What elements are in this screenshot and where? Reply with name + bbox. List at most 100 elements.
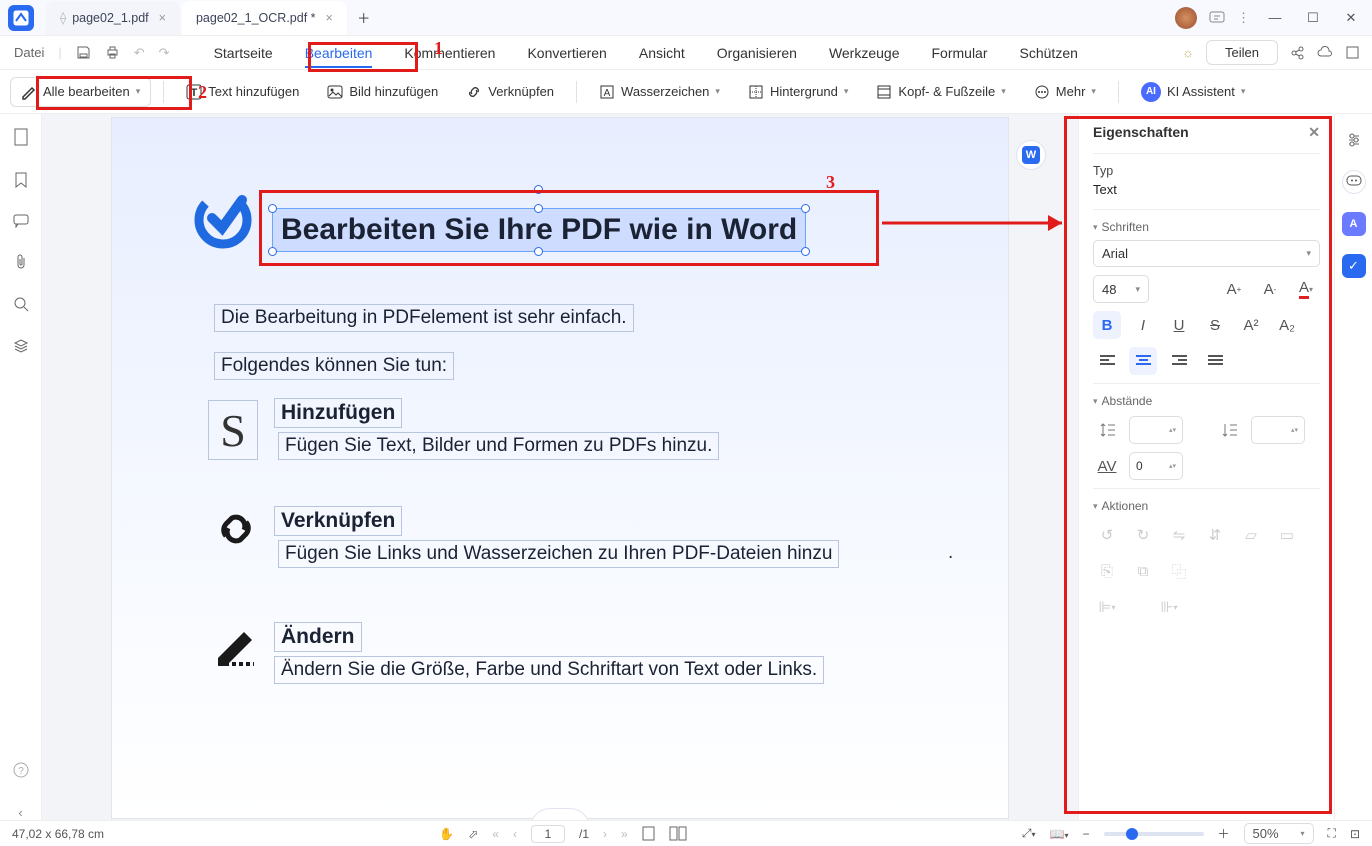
zoom-select[interactable]: 50%▾ <box>1244 823 1314 844</box>
more-icon[interactable]: ⋮ <box>1237 10 1250 26</box>
tab-active[interactable]: page02_1_OCR.pdf * × <box>182 1 347 35</box>
share-button[interactable]: Teilen <box>1206 40 1278 65</box>
underline-icon[interactable]: U <box>1165 311 1193 339</box>
copy-icon[interactable]: ⧉ <box>1129 557 1157 585</box>
close-icon[interactable]: × <box>159 11 166 25</box>
menu-schuetzen[interactable]: Schützen <box>1020 39 1078 67</box>
read-mode-icon[interactable]: 📖▾ <box>1050 827 1069 841</box>
add-image-button[interactable]: Bild hinzufügen <box>317 78 448 106</box>
font-select[interactable]: Arial▾ <box>1093 240 1320 267</box>
collapse-icon[interactable]: ‹ <box>18 805 22 820</box>
close-icon[interactable]: × <box>326 11 333 25</box>
text-box[interactable]: Verknüpfen <box>274 506 402 536</box>
section-spacing[interactable]: Abstände <box>1093 394 1320 408</box>
rotate-left-icon[interactable]: ↺ <box>1093 521 1121 549</box>
menu-werkzeuge[interactable]: Werkzeuge <box>829 39 900 67</box>
print-icon[interactable] <box>105 45 120 60</box>
menu-kommentieren[interactable]: Kommentieren <box>404 39 495 67</box>
text-box[interactable]: Ändern <box>274 622 362 652</box>
export-word-icon[interactable]: W <box>1016 140 1046 170</box>
align-right-icon[interactable] <box>1165 347 1193 375</box>
background-button[interactable]: Hintergrund ▾ <box>738 78 858 106</box>
new-tab-button[interactable]: ＋ <box>349 8 379 27</box>
first-page-icon[interactable]: « <box>492 827 499 841</box>
maximize-icon[interactable]: ☐ <box>1300 10 1326 26</box>
menu-formular[interactable]: Formular <box>932 39 988 67</box>
save-icon[interactable] <box>76 45 91 60</box>
align-center-icon[interactable] <box>1129 347 1157 375</box>
section-fonts[interactable]: Schriften <box>1093 220 1320 234</box>
link-share-icon[interactable] <box>1290 45 1305 60</box>
undo-icon[interactable]: ↶ <box>134 45 145 61</box>
increase-font-icon[interactable]: A+ <box>1220 275 1248 303</box>
last-page-icon[interactable]: » <box>621 827 628 841</box>
replace-icon[interactable]: ▭ <box>1273 521 1301 549</box>
superscript-icon[interactable]: A² <box>1237 311 1265 339</box>
edit-all-button[interactable]: Alle bearbeiten ▾ <box>10 77 151 107</box>
redo-icon[interactable]: ↷ <box>159 45 170 61</box>
comments-icon[interactable] <box>13 214 29 228</box>
text-box[interactable]: Hinzufügen <box>274 398 402 428</box>
strike-icon[interactable]: S <box>1201 311 1229 339</box>
two-page-icon[interactable] <box>669 826 687 841</box>
para-spacing-input[interactable]: ▴▾ <box>1251 416 1305 444</box>
char-spacing-input[interactable]: 0▴▾ <box>1129 452 1183 480</box>
tab-inactive[interactable]: ⟠ page02_1.pdf × <box>46 1 180 35</box>
align-justify-icon[interactable] <box>1201 347 1229 375</box>
extract-icon[interactable]: ⎘ <box>1093 557 1121 585</box>
rotate-right-icon[interactable]: ↻ <box>1129 521 1157 549</box>
menu-konvertieren[interactable]: Konvertieren <box>527 39 606 67</box>
hand-tool-icon[interactable]: ✋ <box>439 827 454 841</box>
font-color-icon[interactable]: A▾ <box>1292 275 1320 303</box>
zoom-in-icon[interactable]: ＋ <box>1218 825 1230 842</box>
check-feature-icon[interactable]: ✓ <box>1342 254 1366 278</box>
bold-icon[interactable]: B <box>1093 311 1121 339</box>
header-footer-button[interactable]: Kopf- & Fußzeile ▾ <box>866 78 1015 106</box>
page-handle[interactable] <box>530 808 590 820</box>
close-panel-icon[interactable]: ✕ <box>1308 124 1320 141</box>
ai-assistant-button[interactable]: AI KI Assistent ▾ <box>1131 76 1255 108</box>
crop-icon[interactable]: ▱ <box>1237 521 1265 549</box>
ai-chat-icon[interactable] <box>1342 170 1366 194</box>
text-box[interactable]: Fügen Sie Links und Wasserzeichen zu Ihr… <box>278 540 839 568</box>
page-input[interactable]: 1 <box>531 825 565 843</box>
text-box[interactable]: Folgendes können Sie tun: <box>214 352 454 380</box>
box-icon[interactable] <box>1345 45 1360 60</box>
properties-toggle-icon[interactable] <box>1342 128 1366 152</box>
bookmarks-icon[interactable] <box>14 172 28 188</box>
paste-icon[interactable]: ⿻ <box>1165 557 1193 585</box>
font-size-select[interactable]: 48▾ <box>1093 275 1149 303</box>
avatar[interactable] <box>1175 7 1197 29</box>
cloud-icon[interactable] <box>1317 46 1333 60</box>
lightbulb-icon[interactable]: ☼ <box>1182 45 1194 60</box>
search-icon[interactable] <box>13 296 29 312</box>
more-button[interactable]: Mehr ▾ <box>1024 78 1106 106</box>
file-menu[interactable]: Datei <box>14 45 44 60</box>
flip-v-icon[interactable]: ⇵ <box>1201 521 1229 549</box>
feedback-icon[interactable] <box>1209 10 1225 26</box>
text-box[interactable]: Die Bearbeitung in PDFelement ist sehr e… <box>214 304 634 332</box>
menu-startseite[interactable]: Startseite <box>214 39 273 67</box>
single-page-icon[interactable] <box>642 826 655 841</box>
minimize-icon[interactable]: — <box>1262 10 1288 25</box>
fit-width-icon[interactable]: ⤢▾ <box>1022 826 1036 841</box>
menu-organisieren[interactable]: Organisieren <box>717 39 797 67</box>
distribute-icon[interactable]: ⊪▾ <box>1155 593 1183 621</box>
pdf-page[interactable]: W Bearbeiten Sie Ihre PDF wie in Word <box>112 118 1008 818</box>
watermark-button[interactable]: A Wasserzeichen ▾ <box>589 78 730 106</box>
add-link-button[interactable]: Verknüpfen <box>456 78 564 106</box>
text-box[interactable]: Ändern Sie die Größe, Farbe und Schrifta… <box>274 656 824 684</box>
zoom-out-icon[interactable]: − <box>1083 827 1090 841</box>
next-page-icon[interactable]: › <box>603 827 607 841</box>
section-actions[interactable]: Aktionen <box>1093 499 1320 513</box>
document-canvas[interactable]: W Bearbeiten Sie Ihre PDF wie in Word <box>42 114 1078 820</box>
fullscreen-icon[interactable]: ⛶ <box>1328 826 1336 841</box>
select-tool-icon[interactable]: ⬀ <box>468 827 478 841</box>
arrange-icon[interactable]: ⊫▾ <box>1093 593 1121 621</box>
align-left-icon[interactable] <box>1093 347 1121 375</box>
subscript-icon[interactable]: A₂ <box>1273 311 1301 339</box>
help-icon[interactable]: ? <box>12 761 30 779</box>
ai-feature-icon[interactable]: A <box>1342 212 1366 236</box>
prev-page-icon[interactable]: ‹ <box>513 827 517 841</box>
selected-text-box[interactable]: Bearbeiten Sie Ihre PDF wie in Word <box>272 208 806 252</box>
